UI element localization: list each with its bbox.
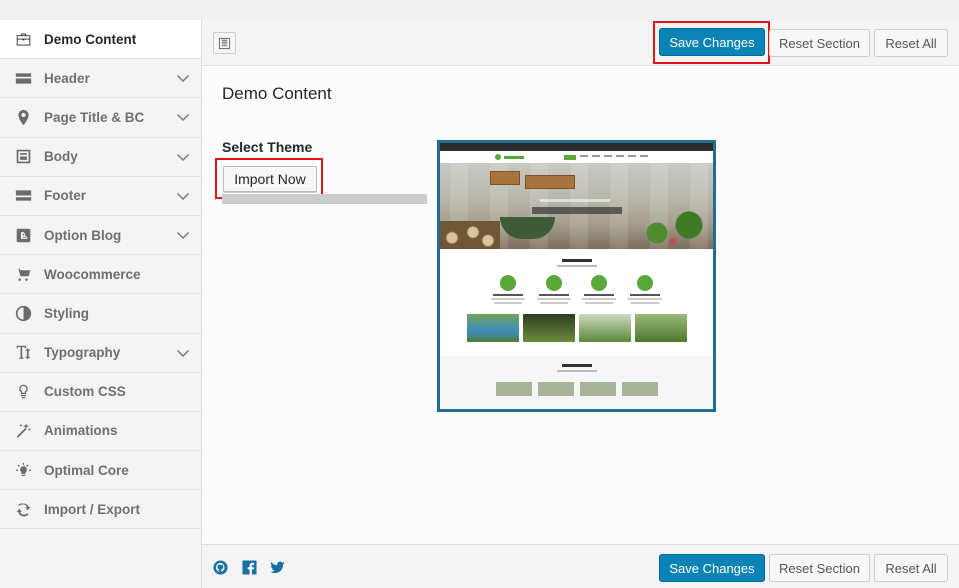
sidebar-item-styling[interactable]: Styling bbox=[0, 294, 201, 334]
sidebar-item-woocommerce[interactable]: Woocommerce bbox=[0, 255, 201, 295]
bulb-rays-icon bbox=[14, 461, 32, 479]
sidebar-item-label: Page Title & BC bbox=[44, 109, 145, 125]
sidebar-item-label: Body bbox=[44, 149, 78, 165]
section-content: Demo Content Select Theme Import Now bbox=[202, 66, 959, 544]
options-sidebar: Demo Content Header Page Title & BC Body… bbox=[0, 20, 202, 588]
sidebar-item-label: Custom CSS bbox=[44, 384, 126, 400]
sidebar-item-optimal-core[interactable]: Optimal Core bbox=[0, 451, 201, 491]
reset-all-button-footer[interactable]: Reset All bbox=[874, 554, 948, 582]
reset-section-button-footer[interactable]: Reset Section bbox=[769, 554, 870, 582]
refresh-icon bbox=[14, 500, 32, 518]
sidebar-item-label: Footer bbox=[44, 188, 86, 204]
magic-wand-icon bbox=[14, 422, 32, 440]
briefcase-icon bbox=[14, 30, 32, 48]
sidebar-item-option-blog[interactable]: Option Blog bbox=[0, 216, 201, 256]
preview-services-section bbox=[440, 249, 713, 342]
select-theme-label: Select Theme bbox=[222, 139, 313, 155]
cart-icon bbox=[14, 265, 32, 283]
sidebar-item-label: Styling bbox=[44, 305, 90, 321]
sidebar-item-body[interactable]: Body bbox=[0, 138, 201, 177]
sidebar-item-footer[interactable]: Footer bbox=[0, 177, 201, 216]
page-title: Demo Content bbox=[222, 84, 332, 103]
preview-hero-image bbox=[440, 163, 713, 249]
theme-preview-thumbnail[interactable] bbox=[437, 140, 716, 412]
sidebar-item-label: Typography bbox=[44, 345, 121, 361]
top-strip bbox=[0, 0, 959, 20]
sidebar-item-demo-content[interactable]: Demo Content bbox=[0, 20, 201, 60]
preview-nav bbox=[440, 151, 713, 163]
footer-bar-icon bbox=[14, 187, 32, 205]
sidebar-item-import-export[interactable]: Import / Export bbox=[0, 490, 201, 530]
sidebar-item-header[interactable]: Header bbox=[0, 59, 201, 99]
bottom-toolbar: Save Changes Reset Section Reset All bbox=[202, 544, 959, 588]
twitter-icon[interactable] bbox=[269, 559, 285, 575]
chevron-down-icon[interactable] bbox=[177, 349, 189, 357]
sidebar-item-label: Demo Content bbox=[44, 31, 137, 47]
sidebar-item-animations[interactable]: Animations bbox=[0, 412, 201, 452]
top-toolbar: Save Changes Reset Section Reset All bbox=[202, 20, 959, 66]
sidebar-item-typography[interactable]: Typography bbox=[0, 334, 201, 373]
sidebar-item-custom-css[interactable]: Custom CSS bbox=[0, 373, 201, 412]
blogger-icon bbox=[14, 226, 32, 244]
body-layout-icon bbox=[14, 148, 32, 166]
chevron-down-icon[interactable] bbox=[177, 231, 189, 240]
facebook-icon[interactable] bbox=[241, 559, 257, 575]
header-bar-icon bbox=[14, 69, 32, 87]
save-button[interactable]: Save Changes bbox=[659, 28, 765, 56]
options-panel: Save Changes Reset Section Reset All Dem… bbox=[202, 20, 959, 588]
reset-section-button[interactable]: Reset Section bbox=[769, 29, 870, 57]
expand-icon bbox=[218, 37, 231, 49]
import-now-button[interactable]: Import Now bbox=[223, 166, 317, 192]
chevron-down-icon[interactable] bbox=[177, 113, 189, 122]
sidebar-item-label: Animations bbox=[44, 423, 118, 439]
chevron-down-icon[interactable] bbox=[177, 74, 189, 83]
sidebar-item-label: Import / Export bbox=[44, 501, 141, 517]
sidebar-item-label: Woocommerce bbox=[44, 266, 141, 282]
sidebar-item-label: Option Blog bbox=[44, 227, 122, 243]
github-icon[interactable] bbox=[212, 559, 228, 575]
preview-team-section bbox=[440, 356, 713, 409]
sidebar-item-label: Optimal Core bbox=[44, 462, 129, 478]
expand-options-button[interactable] bbox=[213, 32, 236, 54]
contrast-icon bbox=[14, 304, 32, 322]
sidebar-item-label: Header bbox=[44, 70, 90, 86]
preview-browser-bar bbox=[440, 143, 713, 151]
chevron-down-icon[interactable] bbox=[177, 153, 189, 161]
text-height-icon bbox=[14, 344, 32, 362]
lightbulb-icon bbox=[14, 383, 32, 401]
location-pin-icon bbox=[14, 108, 32, 126]
sidebar-item-page-title-bc[interactable]: Page Title & BC bbox=[0, 98, 201, 138]
chevron-down-icon[interactable] bbox=[177, 192, 189, 200]
import-progress-bar bbox=[222, 194, 427, 204]
save-button-footer[interactable]: Save Changes bbox=[659, 554, 765, 582]
reset-all-button[interactable]: Reset All bbox=[874, 29, 948, 57]
